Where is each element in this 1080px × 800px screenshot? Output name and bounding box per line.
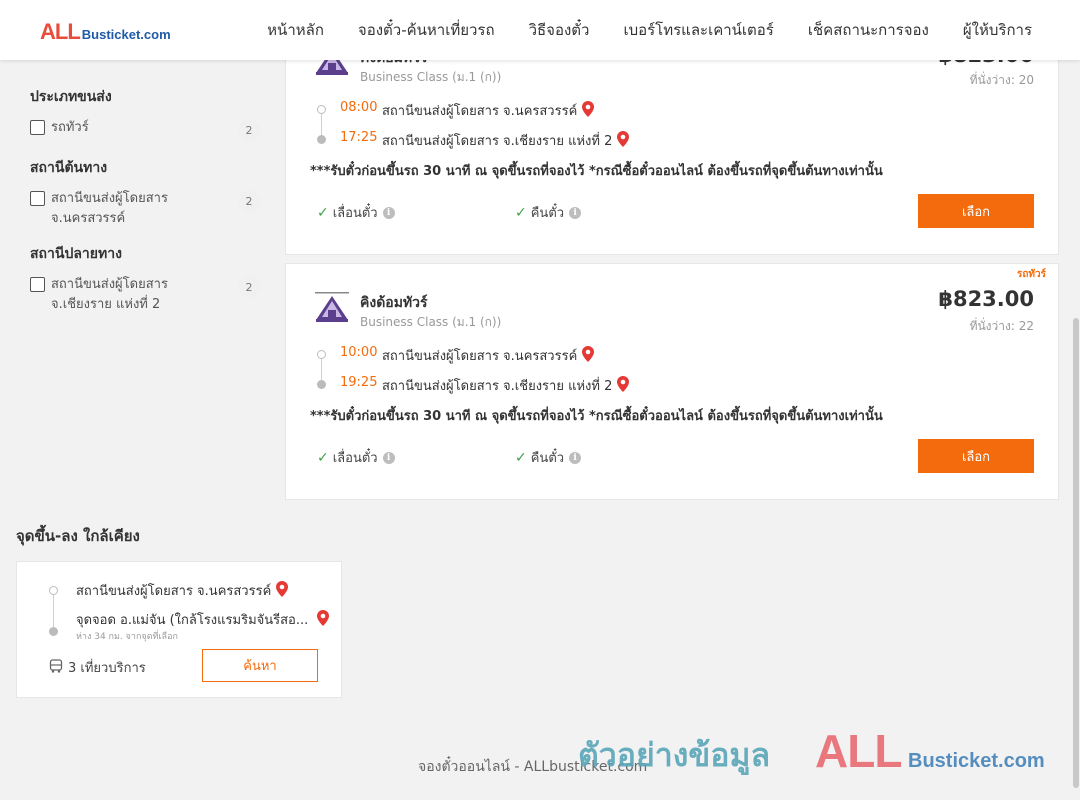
nav-how-to-book[interactable]: วิธีจองตั๋ว xyxy=(529,18,590,42)
trip-count-label: 3 เที่ยวบริการ xyxy=(68,661,146,676)
trip-note: ***รับตั๋วก่อนขึ้นรถ 30 นาที ณ จุดขึ้นรถ… xyxy=(310,164,883,179)
company-name: คิงด้อมทัวร์ xyxy=(360,295,428,311)
filter-group-origin: สถานีต้นทาง สถานีขนส่งผู้โดยสาร จ.นครสวร… xyxy=(30,157,260,243)
top-header: ALL Busticket.com หน้าหลัก จองตั๋ว-ค้นหา… xyxy=(0,0,1080,60)
nearby-section-title: จุดขึ้น-ลง ใกล้เคียง xyxy=(16,527,140,545)
departure-station-name: สถานีขนส่งผู้โดยสาร จ.นครสวรรค์ xyxy=(382,104,578,119)
departure-station-name: สถานีขนส่งผู้โดยสาร จ.นครสวรรค์ xyxy=(382,349,578,364)
origin-dot xyxy=(317,105,326,114)
departure-time: 08:00 xyxy=(340,100,378,115)
nav-book-search[interactable]: จองตั๋ว-ค้นหาเที่ยวรถ xyxy=(358,18,495,42)
nearby-card: สถานีขนส่งผู้โดยสาร จ.นครสวรรค์ จุดจอด อ… xyxy=(16,561,342,698)
nav-check-status[interactable]: เช็คสถานะการจอง xyxy=(808,18,929,42)
filter-option[interactable]: สถานีขนส่งผู้โดยสาร จ.นครสวรรค์ 2 xyxy=(30,189,260,229)
filter-group-destination: สถานีปลายทาง สถานีขนส่งผู้โดยสาร จ.เชียง… xyxy=(30,243,260,329)
site-logo[interactable]: ALL Busticket.com xyxy=(40,19,171,45)
trip-price: ฿823.00 xyxy=(938,287,1034,311)
filter-group-title: ประเภทขนส่ง xyxy=(30,89,112,105)
origin-dot xyxy=(317,350,326,359)
seats-available: ที่นั่งว่าง: 22 xyxy=(969,319,1034,333)
seats-available: ที่นั่งว่าง: 20 xyxy=(969,73,1034,87)
feature-label: เลื่อนตั๋ว xyxy=(332,206,378,221)
trip-card: รถทัวร์ คิงด้อมทัวร์ Business Class (ม.1… xyxy=(285,263,1059,500)
map-pin-icon[interactable] xyxy=(276,580,289,601)
select-trip-button[interactable]: เลือก xyxy=(918,439,1034,473)
departure-station: สถานีขนส่งผู้โดยสาร จ.นครสวรรค์ xyxy=(382,100,595,121)
feature-reschedule: ✓ เลื่อนตั๋ว i xyxy=(317,202,395,223)
filter-group-title: สถานีต้นทาง xyxy=(30,160,108,176)
arrival-time: 19:25 xyxy=(340,375,378,390)
filter-option-label: รถทัวร์ xyxy=(51,120,89,135)
feature-refund: ✓ คืนตั๋ว i xyxy=(515,202,582,223)
filter-checkbox[interactable] xyxy=(30,277,45,292)
map-pin-icon[interactable] xyxy=(582,345,595,366)
company-logo-icon xyxy=(313,292,351,324)
trip-note: ***รับตั๋วก่อนขึ้นรถ 30 นาที ณ จุดขึ้นรถ… xyxy=(310,409,883,424)
arrival-time: 17:25 xyxy=(340,130,378,145)
arrival-station-name: สถานีขนส่งผู้โดยสาร จ.เชียงราย แห่งที่ 2 xyxy=(382,379,613,394)
info-icon[interactable]: i xyxy=(569,206,582,219)
watermark-logo-main: ALL xyxy=(815,725,902,777)
arrival-station: สถานีขนส่งผู้โดยสาร จ.เชียงราย แห่งที่ 2 xyxy=(382,130,630,151)
nav-operators[interactable]: ผู้ให้บริการ xyxy=(963,18,1032,42)
nearby-origin-name: สถานีขนส่งผู้โดยสาร จ.นครสวรรค์ xyxy=(76,584,272,599)
filter-count-badge: 2 xyxy=(238,119,260,141)
check-icon: ✓ xyxy=(317,204,329,221)
filter-checkbox[interactable] xyxy=(30,120,45,135)
transport-type-badge: รถทัวร์ xyxy=(1016,269,1046,280)
nearby-origin: สถานีขนส่งผู้โดยสาร จ.นครสวรรค์ xyxy=(76,580,289,601)
nearby-search-button[interactable]: ค้นหา xyxy=(202,649,318,682)
origin-dot xyxy=(49,586,58,595)
filter-option[interactable]: รถทัวร์ 2 xyxy=(30,118,260,141)
filter-option-label: สถานีขนส่งผู้โดยสาร จ.เชียงราย แห่งที่ 2 xyxy=(51,277,168,312)
nav-contacts[interactable]: เบอร์โทรและเคาน์เตอร์ xyxy=(623,18,773,42)
check-icon: ✓ xyxy=(317,449,329,466)
feature-label: คืนตั๋ว xyxy=(530,451,565,466)
destination-dot xyxy=(317,135,326,144)
bus-class: Business Class (ม.1 (ก)) xyxy=(360,315,502,329)
nearby-destination: จุดจอด อ.แม่จัน (ใกล้โรงแรมริมจันรีสอ... xyxy=(76,609,330,630)
destination-dot xyxy=(317,380,326,389)
map-pin-icon[interactable] xyxy=(617,375,630,396)
map-pin-icon[interactable] xyxy=(317,609,330,630)
bus-class: Business Class (ม.1 (ก)) xyxy=(360,70,502,84)
logo-sub-text: Busticket.com xyxy=(81,27,171,42)
check-icon: ✓ xyxy=(515,204,527,221)
check-icon: ✓ xyxy=(515,449,527,466)
feature-label: เลื่อนตั๋ว xyxy=(332,451,378,466)
destination-dot xyxy=(49,627,58,636)
select-trip-button[interactable]: เลือก xyxy=(918,194,1034,228)
feature-label: คืนตั๋ว xyxy=(530,206,565,221)
nearby-distance: ห่าง 34 กม. จากจุดที่เลือก xyxy=(76,632,178,642)
info-icon[interactable]: i xyxy=(569,451,582,464)
watermark-text: ตัวอย่างข้อมูล xyxy=(578,736,771,774)
map-pin-icon[interactable] xyxy=(582,100,595,121)
feature-reschedule: ✓ เลื่อนตั๋ว i xyxy=(317,447,395,468)
feature-refund: ✓ คืนตั๋ว i xyxy=(515,447,582,468)
filter-option-label: สถานีขนส่งผู้โดยสาร จ.นครสวรรค์ xyxy=(51,191,168,226)
arrival-station: สถานีขนส่งผู้โดยสาร จ.เชียงราย แห่งที่ 2 xyxy=(382,375,630,396)
info-icon[interactable]: i xyxy=(382,451,395,464)
route-line xyxy=(53,592,54,630)
bus-icon xyxy=(49,658,63,677)
map-pin-icon[interactable] xyxy=(617,130,630,151)
nearby-destination-name: จุดจอด อ.แม่จัน (ใกล้โรงแรมริมจันรีสอ... xyxy=(76,613,309,628)
watermark-logo-sub: Busticket.com xyxy=(908,750,1045,772)
filter-count-badge: 2 xyxy=(238,190,260,212)
filter-group-title: สถานีปลายทาง xyxy=(30,246,122,262)
main-nav: หน้าหลัก จองตั๋ว-ค้นหาเที่ยวรถ วิธีจองตั… xyxy=(267,0,1032,60)
info-icon[interactable]: i xyxy=(382,206,395,219)
filter-checkbox[interactable] xyxy=(30,191,45,206)
filter-option[interactable]: สถานีขนส่งผู้โดยสาร จ.เชียงราย แห่งที่ 2… xyxy=(30,275,260,315)
arrival-station-name: สถานีขนส่งผู้โดยสาร จ.เชียงราย แห่งที่ 2 xyxy=(382,134,613,149)
departure-time: 10:00 xyxy=(340,345,378,360)
filter-group-transport: ประเภทขนส่ง รถทัวร์ 2 xyxy=(30,86,260,155)
logo-main-text: ALL xyxy=(40,19,81,44)
nearby-trip-count: 3 เที่ยวบริการ xyxy=(49,657,146,678)
nav-home[interactable]: หน้าหลัก xyxy=(267,18,324,42)
page-scrollbar[interactable] xyxy=(1072,60,1080,800)
filter-count-badge: 2 xyxy=(238,276,260,298)
scrollbar-thumb[interactable] xyxy=(1073,318,1079,788)
departure-station: สถานีขนส่งผู้โดยสาร จ.นครสวรรค์ xyxy=(382,345,595,366)
